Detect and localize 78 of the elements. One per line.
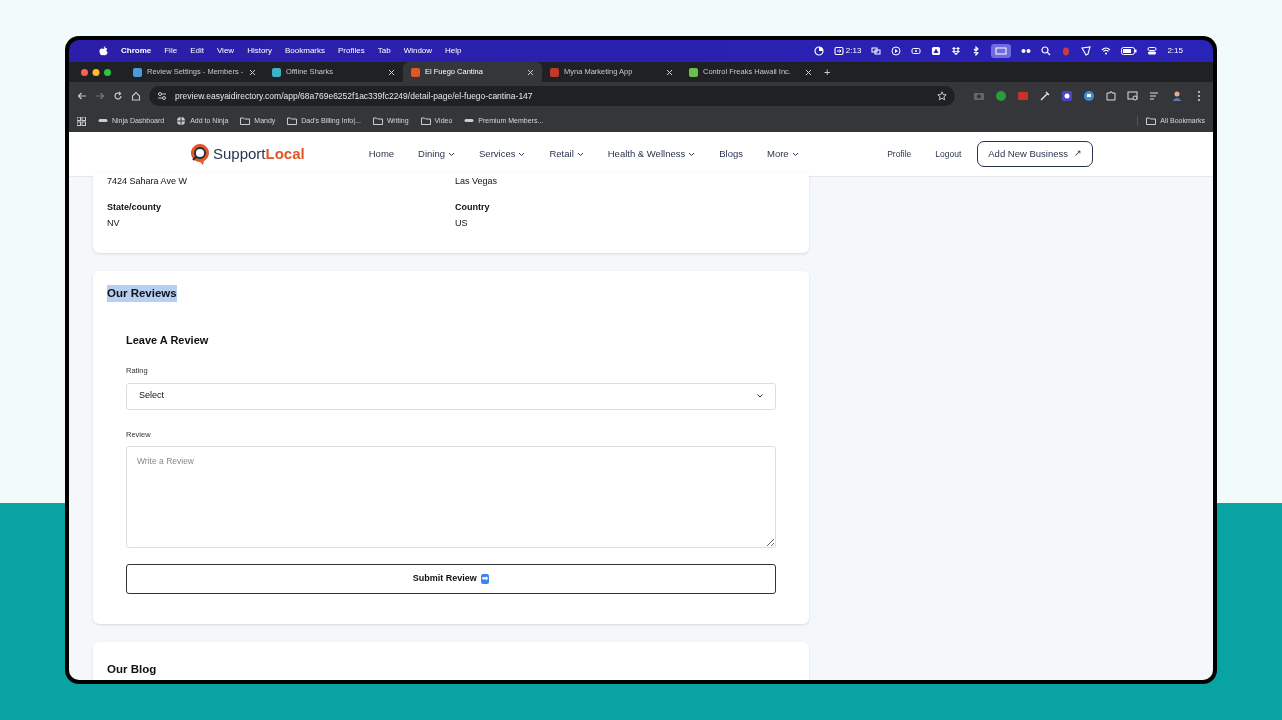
pie-icon[interactable] xyxy=(813,46,824,56)
close-icon[interactable] xyxy=(249,68,256,76)
menu-item[interactable]: Window xyxy=(403,45,433,57)
profile-avatar-icon[interactable] xyxy=(1171,90,1183,102)
nav-link[interactable]: Retail xyxy=(549,146,584,162)
close-icon[interactable] xyxy=(805,68,812,76)
new-tab-button[interactable]: + xyxy=(824,63,831,81)
review-textarea[interactable]: Write a Review xyxy=(126,445,776,548)
folder-icon xyxy=(240,116,251,126)
logout-link[interactable]: Logout xyxy=(935,147,962,161)
profile-link[interactable]: Profile xyxy=(887,147,912,161)
menu-item[interactable]: Edit xyxy=(190,45,204,57)
field-value: US xyxy=(455,217,469,230)
display-icon[interactable] xyxy=(991,44,1012,58)
chevron-down-icon xyxy=(757,394,763,398)
star-icon[interactable] xyxy=(937,91,947,101)
address-bar[interactable]: preview.easyaidirectory.com/app/68a769e6252f1ac339fc2249/detail-page/el-fuego-cantina-147 xyxy=(149,86,955,106)
field-value: Las Vegas xyxy=(455,175,499,188)
folder-icon xyxy=(287,116,298,126)
app-menu[interactable]: Chrome xyxy=(121,45,152,57)
add-business-button[interactable]: Add New Business ↗ xyxy=(977,141,1093,167)
menu-item[interactable]: Help xyxy=(445,45,462,57)
search-icon[interactable] xyxy=(1041,46,1052,56)
menu-item[interactable]: File xyxy=(164,45,178,57)
folder-icon xyxy=(1146,116,1157,126)
field-label: Country xyxy=(455,200,491,214)
submit-review-button[interactable]: Submit Review ➡ xyxy=(126,563,776,594)
folder-icon xyxy=(420,116,431,126)
drive-icon[interactable] xyxy=(931,46,942,56)
logo-icon[interactable] xyxy=(190,143,210,165)
close-icon[interactable] xyxy=(666,68,673,76)
reload-icon[interactable] xyxy=(113,91,123,101)
play-icon[interactable] xyxy=(891,46,902,56)
window-controls-icon[interactable] xyxy=(81,68,111,76)
field-value: 7424 Sahara Ave W xyxy=(107,175,188,188)
menu-item[interactable]: Tab xyxy=(377,45,391,57)
back-icon[interactable] xyxy=(77,91,87,101)
clock-text: 2:15 xyxy=(1167,45,1183,57)
folder-icon xyxy=(372,116,383,126)
wifi-icon[interactable] xyxy=(1101,46,1112,56)
tab-search-icon[interactable] xyxy=(1127,90,1139,102)
puzzle-icon[interactable] xyxy=(1105,90,1117,102)
section-heading: Our Blog xyxy=(107,662,157,675)
dropbox-icon[interactable] xyxy=(951,46,962,56)
field-value: NV xyxy=(107,217,121,230)
close-icon[interactable] xyxy=(388,68,395,76)
nav-link[interactable]: Blogs xyxy=(719,146,743,162)
field-label: State/county xyxy=(107,200,162,214)
eyedropper-icon[interactable] xyxy=(1039,90,1051,102)
site-settings-icon[interactable] xyxy=(157,91,167,101)
apple-icon[interactable] xyxy=(99,46,108,56)
section-heading: Our Reviews xyxy=(107,284,177,302)
nav-link[interactable]: Services xyxy=(479,146,526,162)
gear-icon[interactable] xyxy=(1061,90,1073,102)
menu-item[interactable]: Bookmarks xyxy=(285,45,326,57)
close-icon[interactable] xyxy=(527,68,534,76)
windows-icon[interactable] xyxy=(871,46,882,56)
battery-icon[interactable] xyxy=(1121,46,1138,56)
dots-icon[interactable] xyxy=(1021,46,1032,56)
menu-item[interactable]: History xyxy=(247,45,272,57)
form-heading: Leave A Review xyxy=(126,332,210,348)
globe-icon xyxy=(176,116,187,126)
apps-icon[interactable] xyxy=(77,116,86,126)
rating-select[interactable]: Select xyxy=(126,382,776,410)
nav-link[interactable]: Home xyxy=(368,146,395,162)
nav-link[interactable]: More xyxy=(766,146,799,162)
menu-item[interactable]: View xyxy=(216,45,235,57)
reading-list-icon[interactable] xyxy=(1149,90,1161,102)
site-logo[interactable]: SupportLocal xyxy=(213,142,305,166)
timer-text: 2:13 xyxy=(845,45,862,57)
menu-item[interactable]: Profiles xyxy=(338,45,365,57)
robot-icon[interactable] xyxy=(1083,90,1095,102)
home-icon[interactable] xyxy=(131,91,141,101)
nav-link[interactable]: Dining xyxy=(418,146,455,162)
screen-record-icon[interactable] xyxy=(833,46,844,56)
control-center-icon[interactable] xyxy=(1147,46,1158,56)
shield-icon[interactable] xyxy=(1081,46,1092,56)
nav-link[interactable]: Health & Wellness xyxy=(607,146,696,162)
